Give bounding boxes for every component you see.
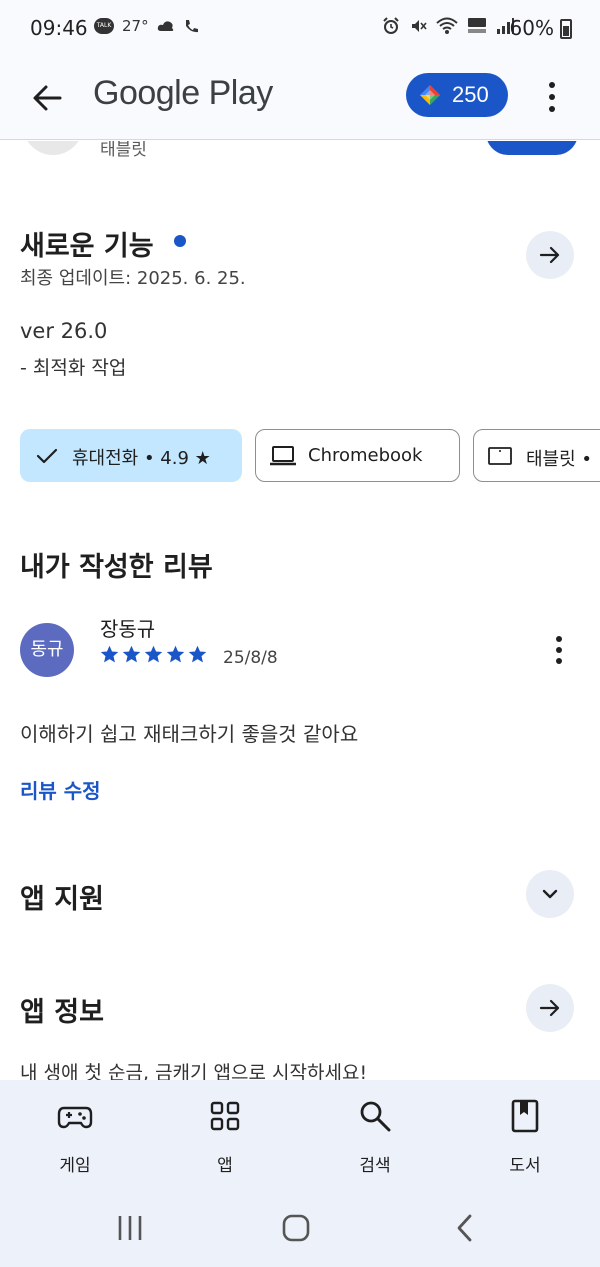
arrow-right-icon <box>539 246 560 264</box>
back-arrow-icon[interactable] <box>28 78 68 118</box>
notification-icons: TALK 27° <box>94 17 203 35</box>
whats-new-arrow-button[interactable] <box>526 231 574 279</box>
review-more-options-icon[interactable] <box>546 634 572 666</box>
nav-search[interactable]: 검색 <box>315 1080 435 1190</box>
play-points-value: 250 <box>452 82 489 107</box>
change-note: - 최적화 작업 <box>20 357 127 379</box>
app-support-title: 앱 지원 <box>20 884 104 915</box>
nav-games[interactable]: 게임 <box>15 1080 135 1190</box>
my-review-heading: 내가 작성한 리뷰 <box>20 552 213 583</box>
app-info-title: 앱 정보 <box>20 997 104 1028</box>
last-updated: 최종 업데이트: 2025. 6. 25. <box>20 268 246 289</box>
play-points-icon <box>420 85 440 105</box>
avatar: 동규 <box>20 623 74 677</box>
app-bar: Google Play 250 <box>0 56 600 140</box>
nav-books-label: 도서 <box>509 1156 541 1176</box>
reviewer-name: 장동규 <box>100 617 156 641</box>
book-icon <box>511 1099 539 1133</box>
whats-new-title: 새로운 기능 <box>20 231 154 262</box>
laptop-icon <box>270 446 296 466</box>
review-text: 이해하기 쉽고 재태크하기 좋을것 같아요 <box>20 722 359 746</box>
chevron-down-icon <box>542 889 558 899</box>
app-icon <box>22 141 84 155</box>
tablet-icon <box>488 447 512 465</box>
nav-games-label: 게임 <box>59 1156 91 1176</box>
alarm-icon <box>383 17 399 34</box>
cloud-icon <box>157 21 173 31</box>
nav-books[interactable]: 도서 <box>465 1080 585 1190</box>
weather-icon: 27° <box>122 17 149 35</box>
app-title: Google Play <box>93 74 273 112</box>
new-indicator-dot <box>174 235 186 247</box>
status-time: 09:46 <box>30 16 88 40</box>
system-icons <box>382 17 514 35</box>
star-icon <box>188 645 207 663</box>
star-icon <box>144 645 163 663</box>
star-icon <box>100 645 119 663</box>
chip-chromebook[interactable]: Chromebook <box>255 429 460 482</box>
device-subtitle: 태블릿 <box>100 141 147 160</box>
system-back-icon[interactable] <box>446 1210 486 1246</box>
nav-apps-label: 앱 <box>217 1156 233 1176</box>
chip-phone-label: 휴대전화 • 4.9 ★ <box>72 448 211 469</box>
gamepad-icon <box>57 1106 93 1129</box>
system-navigation-bar <box>0 1190 600 1267</box>
app-support-expand-button[interactable] <box>526 870 574 918</box>
search-icon <box>360 1101 391 1132</box>
app-info-arrow-button[interactable] <box>526 984 574 1032</box>
bottom-navigation: 게임 앱 검색 도서 <box>0 1080 600 1190</box>
star-icon <box>166 645 185 663</box>
wifi-icon <box>436 17 458 34</box>
mute-icon <box>412 20 427 32</box>
recent-apps-icon[interactable] <box>110 1210 150 1246</box>
chip-chromebook-label: Chromebook <box>308 445 423 466</box>
chip-phone[interactable]: 휴대전화 • 4.9 ★ <box>20 429 242 482</box>
check-icon <box>36 448 58 464</box>
talk-icon: TALK <box>94 18 114 34</box>
call-icon <box>185 20 198 33</box>
status-bar: 09:46 TALK 27° 60% <box>0 0 600 56</box>
hd-voice-icon <box>468 18 486 33</box>
battery-level: 60% <box>509 16 554 40</box>
review-date: 25/8/8 <box>223 648 278 668</box>
battery-icon <box>560 19 572 39</box>
star-icon <box>122 645 141 663</box>
more-options-icon[interactable] <box>540 76 566 118</box>
version-text: ver 26.0 <box>20 319 108 343</box>
arrow-right-icon <box>539 999 560 1017</box>
play-points-button[interactable]: 250 <box>406 73 508 117</box>
chip-tablet[interactable]: 태블릿 • <box>473 429 600 482</box>
edit-review-link[interactable]: 리뷰 수정 <box>20 775 101 804</box>
nav-search-label: 검색 <box>359 1156 391 1176</box>
star-rating <box>99 644 208 665</box>
chip-tablet-label: 태블릿 • <box>526 449 593 470</box>
nav-apps[interactable]: 앱 <box>165 1080 285 1190</box>
home-icon[interactable] <box>276 1210 316 1246</box>
scrolled-header-row: 태블릿 <box>0 141 600 161</box>
apps-grid-icon <box>210 1101 240 1131</box>
install-button[interactable] <box>486 141 578 155</box>
